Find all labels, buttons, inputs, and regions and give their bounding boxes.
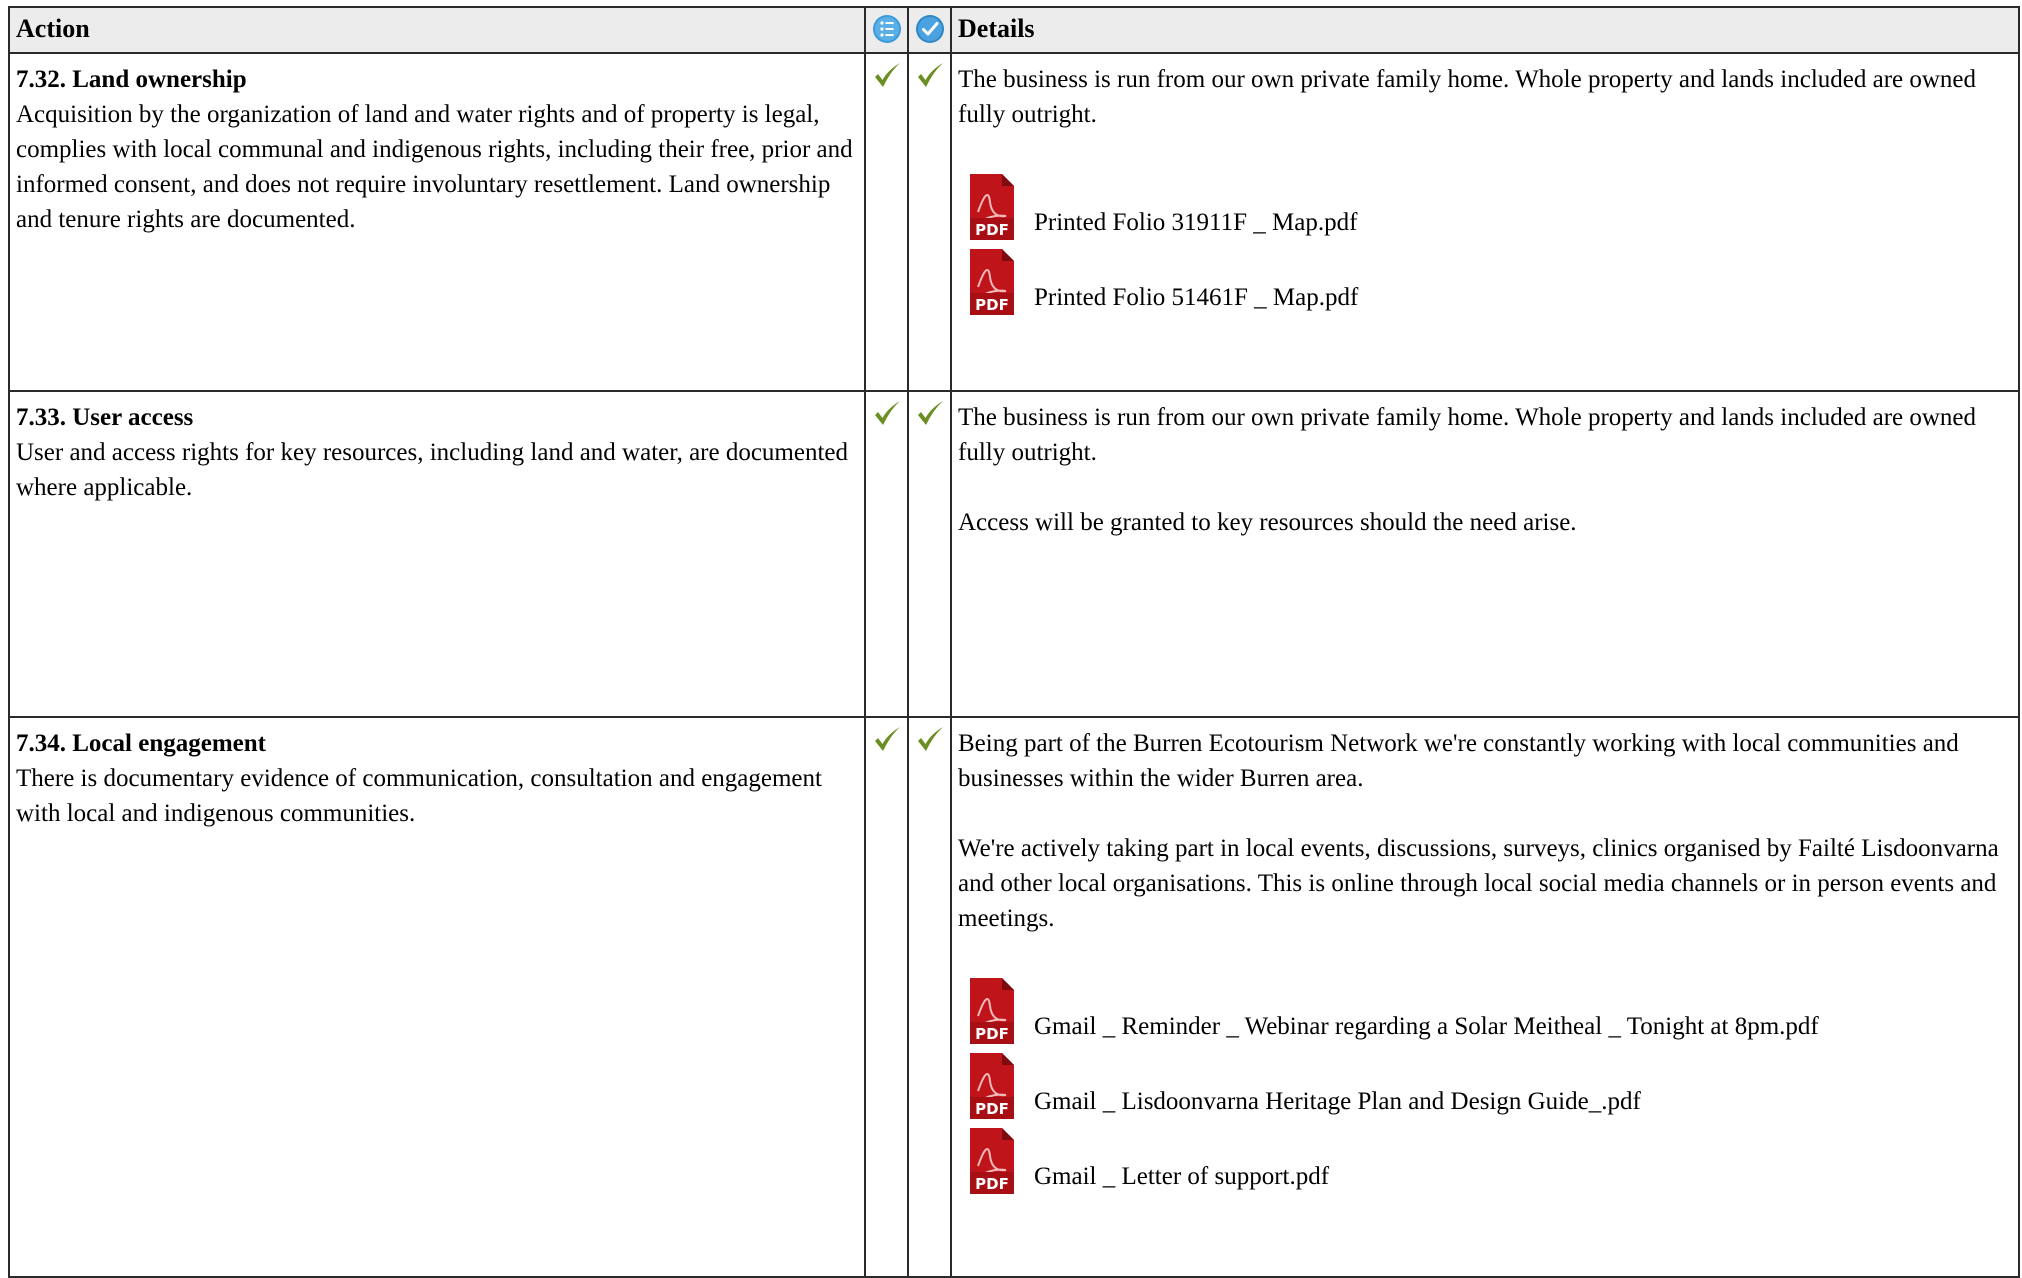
details-paragraph: The business is run from our own private… [958,404,1977,466]
action-cell: 7.33. User access User and access rights… [8,390,866,718]
check-icon [917,63,943,87]
action-description: Acquisition by the organization of land … [16,101,853,233]
svg-text:PDF: PDF [975,221,1009,239]
verified-status-cell [907,52,952,392]
check-icon [874,63,900,87]
info-status-cell [864,716,909,1278]
pdf-icon: PDF [970,249,1014,315]
info-status-cell [864,390,909,718]
pdf-icon: PDF [970,978,1014,1044]
check-icon [874,727,900,751]
attachment-list: PDF Gmail _ Reminder _ Webinar regarding… [958,971,2012,1196]
check-icon [917,727,943,751]
attachment-list: PDF Printed Folio 31911F _ Map.pdf PDF P… [958,167,2012,317]
details-paragraph: We're actively taking part in local even… [958,835,1999,932]
attachment-link[interactable]: PDF Gmail _ Reminder _ Webinar regarding… [968,971,2012,1046]
attachment-filename[interactable]: Printed Folio 51461F _ Map.pdf [1034,280,1358,317]
pdf-icon: PDF [970,1053,1014,1119]
action-title: 7.33. User access [16,404,194,431]
attachment-filename[interactable]: Gmail _ Reminder _ Webinar regarding a S… [1034,1009,1819,1046]
attachment-link[interactable]: PDF Printed Folio 31911F _ Map.pdf [968,167,2012,242]
verified-check-icon [915,15,944,43]
checklist-row: 7.34. Local engagement There is document… [8,716,2020,1278]
attachment-link[interactable]: PDF Gmail _ Lisdoonvarna Heritage Plan a… [968,1046,2012,1121]
header-row: Action Details [8,6,2020,54]
details-column-header: Details [950,6,2020,54]
attachment-filename[interactable]: Gmail _ Lisdoonvarna Heritage Plan and D… [1034,1084,1641,1121]
attachment-filename[interactable]: Gmail _ Letter of support.pdf [1034,1159,1329,1196]
attachment-link[interactable]: PDF Gmail _ Letter of support.pdf [968,1121,2012,1196]
action-description: User and access rights for key resources… [16,439,849,501]
verified-status-cell [907,716,952,1278]
attachment-link[interactable]: PDF Printed Folio 51461F _ Map.pdf [968,242,2012,317]
pdf-icon: PDF [970,174,1014,240]
action-column-header: Action [8,6,866,54]
svg-text:PDF: PDF [975,296,1009,314]
details-cell: The business is run from our own private… [950,52,2020,392]
info-status-cell [864,52,909,392]
checklist-row: 7.33. User access User and access rights… [8,390,2020,718]
checklist-row: 7.32. Land ownership Acquisition by the … [8,52,2020,392]
info-column-header [864,6,909,54]
action-title: 7.32. Land ownership [16,66,247,93]
details-paragraph: The business is run from our own private… [958,66,1977,128]
verified-column-header [907,6,952,54]
checklist-table: Action Details 7.32. Land ownership Acqu… [8,6,2020,1278]
svg-text:PDF: PDF [975,1100,1009,1118]
details-cell: Being part of the Burren Ecotourism Netw… [950,716,2020,1278]
check-icon [917,401,943,425]
check-icon [874,401,900,425]
action-description: There is documentary evidence of communi… [16,765,822,827]
attachment-filename[interactable]: Printed Folio 31911F _ Map.pdf [1034,205,1357,242]
details-cell: The business is run from our own private… [950,390,2020,718]
action-cell: 7.34. Local engagement There is document… [8,716,866,1278]
svg-text:PDF: PDF [975,1175,1009,1193]
pdf-icon: PDF [970,1128,1014,1194]
details-paragraph: Being part of the Burren Ecotourism Netw… [958,730,1959,792]
action-cell: 7.32. Land ownership Acquisition by the … [8,52,866,392]
details-paragraph: Access will be granted to key resources … [958,509,1577,536]
verified-status-cell [907,390,952,718]
svg-text:PDF: PDF [975,1025,1009,1043]
info-list-icon [872,15,901,43]
action-title: 7.34. Local engagement [16,730,266,757]
